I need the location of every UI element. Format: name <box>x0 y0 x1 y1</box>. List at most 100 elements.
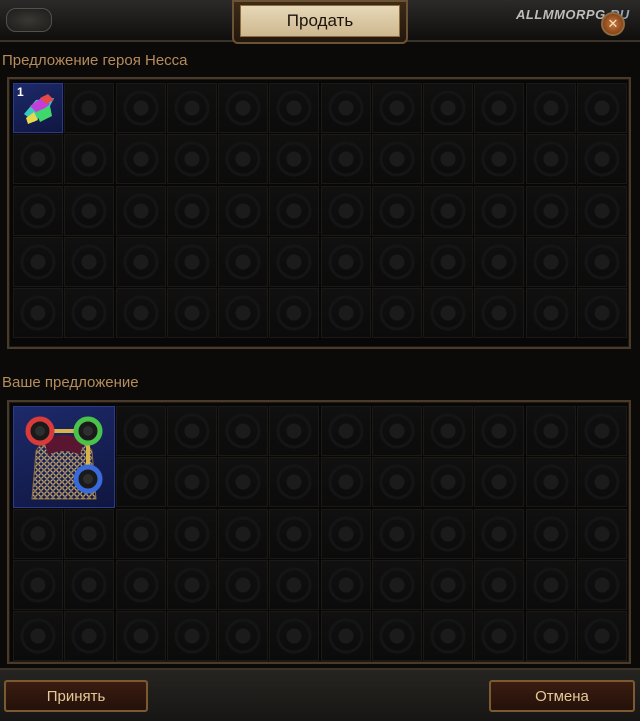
inventory-slot[interactable] <box>218 83 268 133</box>
inventory-slot[interactable] <box>474 611 525 661</box>
inventory-slot[interactable] <box>423 236 473 287</box>
inventory-slot[interactable] <box>371 185 422 236</box>
inventory-slot[interactable] <box>576 611 627 661</box>
inventory-slot[interactable] <box>474 83 525 133</box>
inventory-slot[interactable] <box>166 559 217 610</box>
inventory-slot[interactable] <box>269 236 320 287</box>
inventory-slot[interactable] <box>166 508 217 559</box>
inventory-slot[interactable] <box>166 83 217 133</box>
inventory-slot[interactable] <box>269 134 320 185</box>
close-button[interactable]: ✕ <box>601 12 625 36</box>
inventory-slot[interactable] <box>525 134 576 185</box>
inventory-slot[interactable] <box>320 611 371 661</box>
inventory-slot[interactable] <box>269 288 320 338</box>
inventory-slot[interactable] <box>371 611 422 661</box>
inventory-slot[interactable] <box>115 508 166 559</box>
inventory-slot[interactable] <box>371 236 422 287</box>
inventory-slot[interactable] <box>218 508 268 559</box>
inventory-slot[interactable] <box>423 134 473 185</box>
inventory-slot[interactable] <box>474 559 525 610</box>
inventory-slot[interactable] <box>218 611 268 661</box>
inventory-slot[interactable] <box>371 288 422 338</box>
inventory-slot[interactable] <box>166 457 217 508</box>
inventory-slot[interactable] <box>115 611 166 661</box>
inventory-slot[interactable] <box>474 406 525 456</box>
inventory-slot[interactable] <box>525 236 576 287</box>
inventory-slot[interactable] <box>64 185 115 236</box>
inventory-slot[interactable] <box>166 236 217 287</box>
inventory-slot[interactable] <box>525 406 576 456</box>
inventory-slot[interactable] <box>371 559 422 610</box>
inventory-slot[interactable] <box>576 83 627 133</box>
inventory-slot[interactable] <box>474 508 525 559</box>
inventory-slot[interactable] <box>64 134 115 185</box>
inventory-slot[interactable] <box>269 559 320 610</box>
inventory-slot[interactable] <box>64 288 115 338</box>
inventory-slot[interactable] <box>423 611 473 661</box>
inventory-slot[interactable] <box>371 83 422 133</box>
inventory-slot[interactable] <box>64 83 115 133</box>
inventory-slot[interactable] <box>576 134 627 185</box>
inventory-slot[interactable] <box>525 185 576 236</box>
inventory-slot[interactable] <box>423 508 473 559</box>
inventory-slot[interactable] <box>320 185 371 236</box>
inventory-slot[interactable] <box>320 134 371 185</box>
inventory-slot[interactable] <box>320 406 371 456</box>
jewel-item[interactable]: 1 <box>13 83 63 133</box>
inventory-slot[interactable] <box>218 236 268 287</box>
inventory-slot[interactable] <box>423 406 473 456</box>
inventory-slot[interactable] <box>218 288 268 338</box>
inventory-slot[interactable] <box>115 83 166 133</box>
inventory-slot[interactable] <box>115 457 166 508</box>
inventory-slot[interactable] <box>218 457 268 508</box>
inventory-slot[interactable] <box>320 288 371 338</box>
inventory-slot[interactable] <box>576 508 627 559</box>
accept-button[interactable]: Принять <box>4 680 148 712</box>
inventory-slot[interactable] <box>13 185 63 236</box>
inventory-slot[interactable] <box>371 406 422 456</box>
inventory-slot[interactable] <box>269 457 320 508</box>
inventory-slot[interactable] <box>320 236 371 287</box>
inventory-slot[interactable] <box>474 288 525 338</box>
inventory-slot[interactable] <box>525 508 576 559</box>
inventory-slot[interactable] <box>525 457 576 508</box>
inventory-slot[interactable] <box>13 288 63 338</box>
inventory-slot[interactable] <box>166 406 217 456</box>
inventory-slot[interactable] <box>525 288 576 338</box>
inventory-slot[interactable] <box>64 559 115 610</box>
inventory-slot[interactable] <box>371 457 422 508</box>
inventory-slot[interactable] <box>166 611 217 661</box>
chainmail-armour-item[interactable] <box>13 406 115 508</box>
inventory-slot[interactable] <box>218 559 268 610</box>
inventory-slot[interactable] <box>218 406 268 456</box>
inventory-slot[interactable] <box>64 508 115 559</box>
inventory-slot[interactable] <box>13 236 63 287</box>
inventory-slot[interactable] <box>64 236 115 287</box>
inventory-slot[interactable] <box>423 83 473 133</box>
inventory-slot[interactable] <box>13 611 63 661</box>
inventory-slot[interactable] <box>423 185 473 236</box>
inventory-slot[interactable] <box>525 83 576 133</box>
inventory-slot[interactable] <box>525 559 576 610</box>
inventory-slot[interactable] <box>576 185 627 236</box>
inventory-slot[interactable] <box>474 236 525 287</box>
inventory-slot[interactable] <box>166 134 217 185</box>
inventory-slot[interactable] <box>13 134 63 185</box>
cancel-button[interactable]: Отмена <box>489 680 635 712</box>
inventory-slot[interactable] <box>371 508 422 559</box>
inventory-slot[interactable] <box>474 185 525 236</box>
inventory-slot[interactable] <box>115 406 166 456</box>
inventory-slot[interactable] <box>115 236 166 287</box>
inventory-slot[interactable] <box>218 134 268 185</box>
inventory-slot[interactable] <box>320 559 371 610</box>
inventory-slot[interactable] <box>576 288 627 338</box>
inventory-slot[interactable] <box>115 134 166 185</box>
inventory-slot[interactable] <box>576 559 627 610</box>
inventory-slot[interactable] <box>269 611 320 661</box>
inventory-slot[interactable] <box>320 457 371 508</box>
inventory-slot[interactable] <box>166 185 217 236</box>
inventory-slot[interactable] <box>320 83 371 133</box>
inventory-slot[interactable] <box>525 611 576 661</box>
inventory-slot[interactable] <box>371 134 422 185</box>
inventory-slot[interactable] <box>474 134 525 185</box>
